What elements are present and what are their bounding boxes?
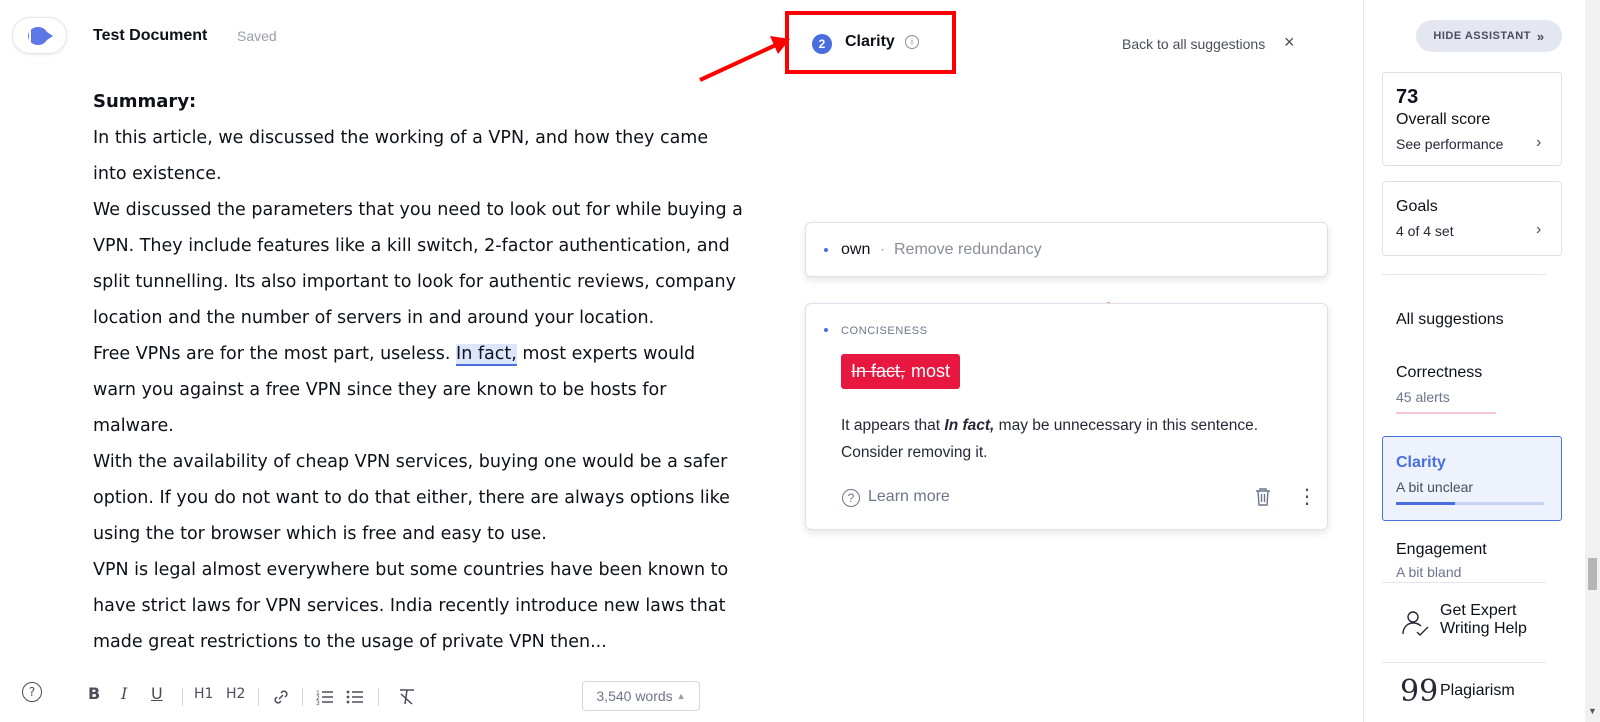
svg-text:3: 3 (316, 700, 320, 706)
hide-assistant-label: HIDE ASSISTANT (1433, 30, 1531, 42)
editor-paragraph: Free VPNs are for the most part, useless… (93, 336, 743, 444)
trash-icon[interactable] (1254, 487, 1272, 507)
learn-more-link[interactable]: Learn more (868, 488, 950, 506)
underline-button[interactable]: U (151, 684, 163, 703)
annotation-arrow-1 (699, 36, 790, 82)
double-chevron-right-icon: » (1536, 28, 1545, 44)
text-run: Free VPNs are for the most part, useless… (93, 344, 457, 364)
grammarly-logo-icon (27, 26, 53, 45)
logo-button[interactable] (12, 17, 67, 54)
text-run: It appears that (841, 417, 945, 434)
clarity-tab-status: A bit unclear (1396, 479, 1474, 495)
more-options-icon[interactable]: ⋮ (1297, 487, 1317, 507)
separator: · (880, 241, 886, 258)
toolbar-divider (378, 688, 379, 706)
clear-formatting-icon[interactable] (398, 688, 416, 706)
category-title: Clarity (845, 33, 895, 50)
correctness-tab[interactable]: Correctness (1396, 364, 1482, 382)
accept-suggestion-button[interactable]: In fact, most (841, 354, 961, 389)
goals-title: Goals (1396, 198, 1438, 215)
suggestion-word: own (841, 241, 871, 258)
toolbar-divider (302, 688, 303, 706)
toolbar-divider (182, 688, 183, 706)
correctness-alerts: 45 alerts (1396, 389, 1450, 405)
engagement-tab[interactable]: Engagement (1396, 541, 1487, 559)
see-performance-link[interactable]: See performance (1396, 136, 1503, 152)
goals-card[interactable] (1382, 181, 1562, 256)
scroll-down-arrow-icon[interactable]: ▼ (1588, 706, 1597, 716)
question-circle-icon: ? (842, 489, 860, 507)
overall-score-value: 73 (1396, 86, 1419, 108)
word-count-label: 3,540 words (596, 688, 673, 704)
link-icon[interactable] (272, 688, 290, 706)
get-expert-help-link[interactable]: Get Expert Writing Help (1440, 602, 1527, 638)
scrollbar-thumb[interactable] (1588, 558, 1597, 590)
kept-text: most (911, 361, 951, 381)
document-editor[interactable]: Summary: In this article, we discussed t… (93, 84, 743, 669)
italic-button[interactable]: I (121, 684, 127, 703)
engagement-status: A bit bland (1396, 564, 1462, 577)
page-scrollbar[interactable] (1585, 0, 1600, 722)
clarity-progress-fill (1396, 502, 1456, 505)
heading1-button[interactable]: H1 (194, 686, 213, 702)
hide-assistant-button[interactable]: HIDE ASSISTANT » (1416, 20, 1562, 52)
bullet-list-icon[interactable] (346, 688, 364, 706)
divider (1382, 662, 1546, 663)
heading2-button[interactable]: H2 (226, 686, 245, 702)
expert-person-icon (1402, 611, 1429, 636)
chevron-right-icon: › (1536, 134, 1542, 151)
save-status: Saved (237, 28, 277, 44)
expert-label-line: Get Expert (1440, 602, 1517, 619)
caret-up-icon: ▲ (676, 691, 686, 701)
back-to-suggestions-link[interactable]: Back to all suggestions (1122, 36, 1265, 52)
editor-paragraph: With the availability of cheap VPN servi… (93, 452, 730, 544)
help-icon[interactable]: ? (22, 682, 42, 702)
bold-button[interactable]: B (88, 684, 100, 703)
expert-label-line: Writing Help (1440, 620, 1527, 637)
highlighted-suggestion-text[interactable]: In fact, (456, 344, 517, 366)
summary-heading: Summary: (93, 91, 197, 112)
category-dot-icon (824, 248, 828, 252)
correctness-bar (1396, 412, 1496, 414)
emphasized-text: In fact, (944, 417, 995, 434)
suggestion-explanation: It appears that In fact, may be unnecess… (841, 412, 1311, 466)
editor-paragraph: We discussed the parameters that you nee… (93, 200, 743, 328)
goals-status: 4 of 4 set (1396, 223, 1454, 239)
word-count-button[interactable]: 3,540 words ▲ (582, 681, 700, 711)
quotes-icon: 99 (1400, 674, 1439, 709)
chevron-right-icon: › (1536, 221, 1542, 238)
clarity-tab-title: Clarity (1396, 454, 1446, 471)
editor-paragraph: In this article, we discussed the workin… (93, 128, 709, 184)
document-title[interactable]: Test Document (93, 27, 207, 45)
toolbar-divider (258, 688, 259, 706)
divider (1382, 582, 1546, 583)
suggestion-description: Remove redundancy (894, 241, 1042, 258)
removed-text: In fact, (851, 361, 906, 381)
category-dot-icon (824, 328, 828, 332)
editor-paragraph: VPN is legal almost everywhere but some … (93, 560, 729, 652)
close-icon[interactable]: × (1284, 33, 1295, 51)
suggestion-category: CONCISENESS (841, 325, 928, 337)
category-count-badge: 2 (812, 34, 832, 54)
numbered-list-icon[interactable]: 123 (316, 688, 334, 706)
divider (1382, 274, 1546, 275)
all-suggestions-tab[interactable]: All suggestions (1396, 311, 1504, 329)
info-icon[interactable]: i (905, 35, 919, 49)
overall-score-label: Overall score (1396, 111, 1491, 128)
plagiarism-link[interactable]: Plagiarism (1440, 682, 1515, 700)
